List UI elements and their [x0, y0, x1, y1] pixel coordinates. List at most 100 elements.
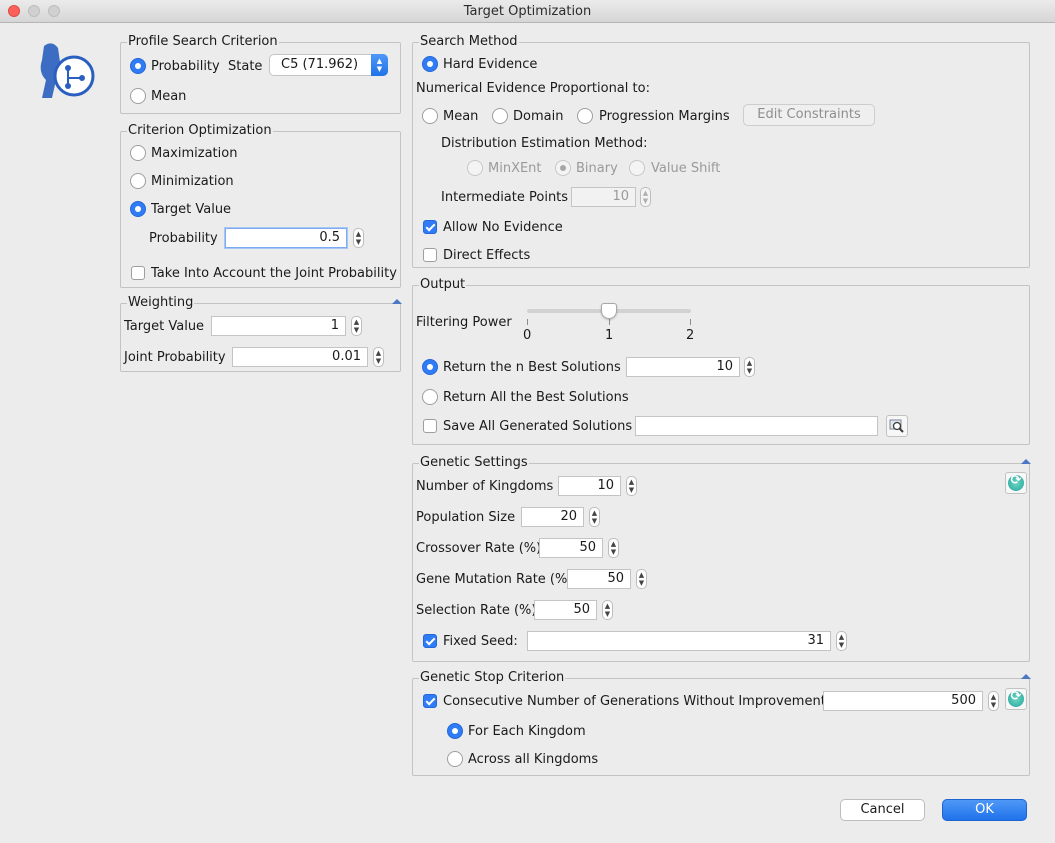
- joint-probability-label: Take Into Account the Joint Probability: [151, 266, 397, 281]
- fixed-seed-checkbox[interactable]: [423, 634, 437, 648]
- for-each-kingdom-radio[interactable]: [447, 723, 463, 739]
- collapse-weighting-icon[interactable]: [392, 299, 402, 304]
- weight-joint-input[interactable]: 0.01: [232, 347, 368, 367]
- window-title: Target Optimization: [463, 4, 592, 19]
- mutation-label: Gene Mutation Rate (%): [416, 572, 573, 587]
- target-probability-stepper[interactable]: ▲ ▼: [353, 228, 364, 248]
- slider-tick-2: [690, 319, 691, 325]
- minxent-label: MinXEnt: [488, 161, 542, 176]
- population-stepper[interactable]: ▲ ▼: [589, 507, 600, 527]
- stop-criterion-title: Genetic Stop Criterion: [419, 670, 566, 686]
- reset-stop-criterion-button[interactable]: [1005, 688, 1027, 710]
- fixed-seed-input[interactable]: 31: [527, 631, 831, 651]
- return-n-best-radio[interactable]: [422, 359, 438, 375]
- numerical-domain-radio[interactable]: [492, 108, 508, 124]
- search-method-title: Search Method: [419, 34, 519, 50]
- slider-thumb[interactable]: [600, 303, 617, 319]
- crossover-input[interactable]: 50: [539, 538, 603, 558]
- value-shift-radio[interactable]: [629, 160, 645, 176]
- save-all-checkbox[interactable]: [423, 419, 437, 433]
- weighting-title: Weighting: [127, 295, 195, 311]
- kingdoms-stepper[interactable]: ▲ ▼: [626, 476, 637, 496]
- probability-radio-label: Probability: [151, 59, 220, 74]
- weight-target-stepper[interactable]: ▲ ▼: [351, 316, 362, 336]
- slider-tick-label-2: 2: [686, 328, 695, 343]
- slider-tick-1: [609, 319, 610, 325]
- kingdoms-input[interactable]: 10: [558, 476, 621, 496]
- intermediate-points-label: Intermediate Points: [441, 190, 569, 205]
- progression-margins-radio[interactable]: [577, 108, 593, 124]
- binary-label: Binary: [576, 161, 618, 176]
- slider-tick-0: [527, 319, 528, 325]
- direct-effects-label: Direct Effects: [443, 248, 531, 263]
- probability-radio[interactable]: [130, 58, 146, 74]
- fixed-seed-stepper[interactable]: ▲ ▼: [836, 631, 847, 651]
- cancel-button[interactable]: Cancel: [840, 799, 925, 821]
- target-value-radio[interactable]: [130, 201, 146, 217]
- return-all-best-radio[interactable]: [422, 389, 438, 405]
- across-all-kingdoms-radio[interactable]: [447, 751, 463, 767]
- title-bar: Target Optimization: [0, 0, 1055, 23]
- state-select[interactable]: C5 (71.962) ▲ ▼: [269, 54, 388, 76]
- fixed-seed-label: Fixed Seed:: [443, 634, 518, 649]
- mutation-stepper[interactable]: ▲ ▼: [636, 569, 647, 589]
- target-value-label: Target Value: [151, 202, 232, 217]
- population-input[interactable]: 20: [521, 507, 584, 527]
- edit-constraints-button[interactable]: Edit Constraints: [743, 104, 875, 126]
- ok-button[interactable]: OK: [942, 799, 1027, 821]
- return-n-best-label: Return the n Best Solutions: [443, 360, 621, 375]
- across-all-kingdoms-label: Across all Kingdoms: [468, 752, 599, 767]
- magnifier-icon: [889, 419, 904, 433]
- for-each-kingdom-label: For Each Kingdom: [468, 724, 586, 739]
- target-probability-input[interactable]: 0.5: [225, 228, 347, 248]
- genetic-settings-title: Genetic Settings: [419, 455, 529, 471]
- maximization-radio[interactable]: [130, 145, 146, 161]
- reset-genetic-settings-button[interactable]: [1005, 472, 1027, 494]
- crossover-stepper[interactable]: ▲ ▼: [608, 538, 619, 558]
- intermediate-points-input[interactable]: 10: [571, 187, 636, 207]
- app-logo-icon: [30, 38, 96, 104]
- consecutive-generations-checkbox[interactable]: [423, 694, 437, 708]
- refresh-icon: [1008, 689, 1024, 707]
- output-title: Output: [419, 277, 467, 293]
- select-arrows-icon: ▲ ▼: [371, 54, 388, 76]
- minxent-radio[interactable]: [467, 160, 483, 176]
- intermediate-points-stepper[interactable]: ▲ ▼: [640, 187, 651, 207]
- weight-target-input[interactable]: 1: [211, 316, 346, 336]
- dialog-window: Target Optimization Profile Search Crite…: [0, 0, 1055, 843]
- collapse-stop-criterion-icon[interactable]: [1021, 674, 1031, 679]
- selection-stepper[interactable]: ▲ ▼: [602, 600, 613, 620]
- hard-evidence-radio[interactable]: [422, 56, 438, 72]
- maximization-label: Maximization: [151, 146, 238, 161]
- consecutive-generations-stepper[interactable]: ▲ ▼: [988, 691, 999, 711]
- numerical-mean-radio[interactable]: [422, 108, 438, 124]
- filtering-power-label: Filtering Power: [416, 315, 512, 330]
- consecutive-generations-input[interactable]: 500: [823, 691, 983, 711]
- return-n-best-input[interactable]: 10: [626, 357, 740, 377]
- save-path-input[interactable]: [635, 416, 878, 436]
- selection-input[interactable]: 50: [534, 600, 597, 620]
- collapse-genetic-settings-icon[interactable]: [1021, 459, 1031, 464]
- minimization-label: Minimization: [151, 174, 234, 189]
- profile-search-title: Profile Search Criterion: [127, 34, 279, 50]
- direct-effects-checkbox[interactable]: [423, 248, 437, 262]
- binary-radio[interactable]: [555, 160, 571, 176]
- population-label: Population Size: [416, 510, 516, 525]
- return-n-best-stepper[interactable]: ▲ ▼: [744, 357, 755, 377]
- hard-evidence-label: Hard Evidence: [443, 57, 538, 72]
- minimization-radio[interactable]: [130, 173, 146, 189]
- slider-tick-label-1: 1: [605, 328, 614, 343]
- browse-button[interactable]: [886, 415, 908, 437]
- refresh-icon: [1008, 473, 1024, 491]
- numerical-mean-label: Mean: [443, 109, 479, 124]
- filtering-power-slider[interactable]: 0 1 2: [523, 300, 695, 346]
- progression-margins-label: Progression Margins: [599, 109, 730, 124]
- joint-probability-checkbox[interactable]: [131, 266, 145, 280]
- numerical-evidence-label: Numerical Evidence Proportional to:: [416, 81, 650, 96]
- mean-radio[interactable]: [130, 88, 146, 104]
- numerical-domain-label: Domain: [513, 109, 564, 124]
- weight-joint-stepper[interactable]: ▲ ▼: [373, 347, 384, 367]
- mutation-input[interactable]: 50: [567, 569, 631, 589]
- allow-no-evidence-checkbox[interactable]: [423, 220, 437, 234]
- crossover-label: Crossover Rate (%): [416, 541, 542, 556]
